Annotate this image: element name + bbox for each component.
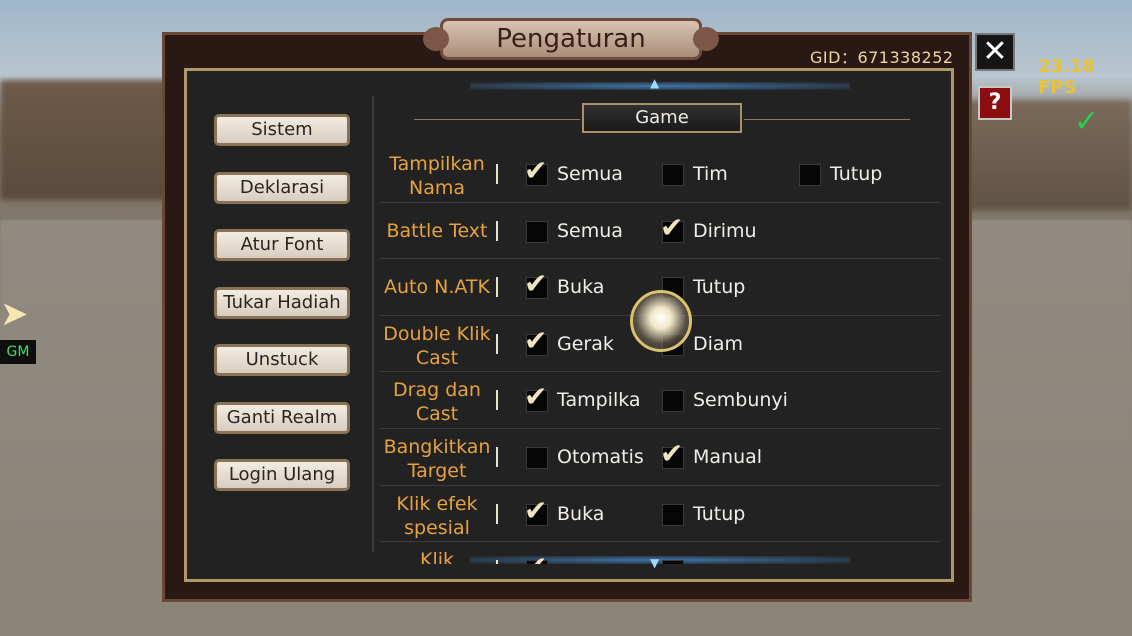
setting-label: Klik efek spesial <box>396 492 478 539</box>
setting-row: Klik ✔ <box>380 542 940 564</box>
setting-row: Battle Text Semua ✔ Dirimu <box>380 203 940 260</box>
row-separator <box>496 560 498 564</box>
row-separator <box>496 503 498 524</box>
option-label: Tutup <box>693 502 746 525</box>
option-label: Tim <box>693 163 728 185</box>
row-separator <box>496 164 498 184</box>
setting-label: Auto N.ATK <box>384 276 490 299</box>
row-separator <box>496 277 498 298</box>
checkbox-box[interactable] <box>799 164 821 186</box>
checkbox-box[interactable] <box>526 220 548 243</box>
row-separator <box>496 220 498 241</box>
menu-button-login-ulang[interactable]: Login Ulang <box>214 459 350 491</box>
check-icon: ✔ <box>660 210 684 244</box>
setting-row: Drag dan Cast ✔ Tampilka Sembunyi <box>380 372 940 429</box>
section-line-left <box>414 119 580 120</box>
gm-button[interactable]: GM <box>0 340 36 364</box>
setting-row: Tampilkan Nama ✔ Semua Tim Tutup <box>380 146 940 203</box>
option-label: Semua <box>557 163 623 185</box>
scroll-up-icon[interactable]: ▲ <box>650 77 664 89</box>
menu-button-deklarasi[interactable]: Deklarasi <box>214 171 350 204</box>
option-label: Buka <box>557 502 605 525</box>
fps-counter: 23.18 FPS <box>1038 56 1095 98</box>
setting-label: Klik <box>419 549 455 564</box>
menu-button-tukar-hadiah[interactable]: Tukar Hadiah <box>214 286 350 319</box>
settings-category-menu: Sistem Deklarasi Atur Font Tukar Hadiah … <box>214 114 352 517</box>
option-label: Tutup <box>693 276 746 299</box>
panel-divider <box>372 96 374 552</box>
dialog-title: Pengaturan <box>423 18 719 60</box>
setting-label: Battle Text <box>386 219 488 242</box>
close-icon: ✕ <box>982 34 1008 69</box>
row-separator <box>496 333 498 354</box>
setting-label: Bangkitkan Target <box>383 435 491 482</box>
option-label: Tutup <box>830 163 883 185</box>
setting-label: Tampilkan Nama <box>389 153 485 199</box>
check-icon: ✔ <box>524 154 548 187</box>
check-icon: ✔ <box>524 323 548 357</box>
menu-button-sistem[interactable]: Sistem <box>214 114 350 146</box>
setting-row: Bangkitkan Target Otomatis ✔ Manual <box>380 429 940 486</box>
checkbox-box[interactable] <box>662 164 684 186</box>
option-label: Sembunyi <box>693 389 788 412</box>
option-label: Otomatis <box>557 445 644 468</box>
row-separator <box>496 446 498 467</box>
checkbox-box[interactable] <box>526 446 548 469</box>
side-panel-toggle-icon[interactable]: ➤ <box>0 294 36 334</box>
option-label: Tampilka <box>557 389 641 412</box>
option-label: Semua <box>557 219 623 242</box>
option-label: Gerak <box>557 332 614 355</box>
menu-button-atur-font[interactable]: Atur Font <box>214 229 350 261</box>
settings-list: Tampilkan Nama ✔ Semua Tim Tutup Battle … <box>380 146 940 564</box>
setting-label: Double Klik Cast <box>383 322 491 369</box>
option-label: Diam <box>693 332 744 355</box>
option-label: Manual <box>693 445 763 468</box>
check-icon: ✔ <box>524 493 548 527</box>
menu-button-unstuck[interactable]: Unstuck <box>214 344 350 376</box>
setting-label: Drag dan Cast <box>393 379 481 426</box>
checkbox-box[interactable] <box>662 503 684 526</box>
check-icon: ✔ <box>524 550 547 564</box>
setting-row: Klik efek spesial ✔ Buka Tutup <box>380 486 940 543</box>
checkbox-box[interactable] <box>662 560 684 564</box>
check-icon: ✔ <box>524 267 548 301</box>
menu-button-ganti-realm[interactable]: Ganti Realm <box>214 401 350 434</box>
touch-cursor-indicator <box>630 290 692 352</box>
close-button[interactable]: ✕ <box>975 33 1015 71</box>
section-line-right <box>744 119 910 120</box>
check-icon: ✔ <box>660 436 684 470</box>
row-separator <box>496 390 498 411</box>
option-label: Buka <box>557 276 605 299</box>
section-header: Game <box>582 103 742 133</box>
status-check-icon: ✓ <box>1074 104 1100 139</box>
question-icon: ? <box>988 90 1002 115</box>
checkbox-box[interactable] <box>662 390 684 413</box>
check-icon: ✔ <box>524 380 548 414</box>
gid-label: GID：671338252 <box>810 48 954 67</box>
option-label: Dirimu <box>693 219 757 242</box>
help-button[interactable]: ? <box>978 86 1012 120</box>
